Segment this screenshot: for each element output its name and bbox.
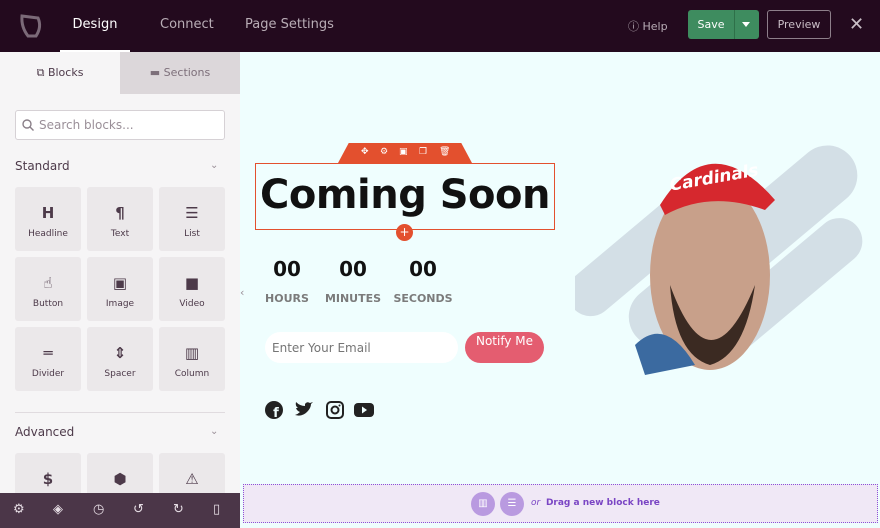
block-tile-text[interactable]: ¶ Text	[87, 187, 153, 251]
chevron-down-icon[interactable]: ⌄	[210, 426, 218, 437]
history-icon[interactable]: ◷	[93, 502, 104, 517]
notify-me-button[interactable]: Notify Me	[465, 332, 544, 363]
save-block-icon[interactable]: ▣	[399, 147, 408, 157]
hero-image: Cardinals	[575, 145, 863, 375]
layers-icon[interactable]: ◈	[53, 502, 63, 517]
block-tile-list[interactable]: ☰ List	[159, 187, 225, 251]
mobile-preview-icon[interactable]: ▯	[213, 502, 220, 517]
help-link[interactable]: ⓘ Help	[628, 18, 668, 34]
block-label: Spacer	[104, 369, 136, 379]
block-tile-spacer[interactable]: ⇕ Spacer	[87, 327, 153, 391]
countdown-seconds: 00	[409, 257, 437, 281]
undo-icon[interactable]: ↺	[133, 502, 144, 517]
tab-page-settings[interactable]: Page Settings	[245, 0, 334, 52]
advanced-section-title[interactable]: Advanced	[15, 425, 74, 439]
blocks-icon: ⧉	[36, 66, 45, 79]
save-dropdown-icon[interactable]	[742, 22, 750, 31]
tab-connect[interactable]: Connect	[160, 0, 214, 52]
block-tile-advanced[interactable]: ⬢	[87, 453, 153, 493]
sections-icon: ▬	[149, 66, 161, 79]
instagram-icon[interactable]	[326, 401, 344, 419]
help-label: Help	[642, 20, 668, 33]
badge-icon: ⬢	[113, 470, 127, 488]
tab-label: Blocks	[47, 66, 84, 79]
minutes-label: MINUTES	[324, 292, 382, 305]
youtube-icon[interactable]	[354, 401, 374, 419]
column-icon: ▥	[184, 344, 200, 362]
divider	[15, 412, 225, 413]
block-label: Divider	[31, 369, 65, 379]
pricing-icon: $	[42, 470, 54, 488]
sidebar: ⧉ Blocks ▬ Sections Search blocks... Sta…	[0, 52, 240, 493]
move-icon[interactable]: ✥	[361, 147, 369, 157]
countdown-minutes: 00	[339, 257, 367, 281]
block-label: List	[184, 229, 200, 239]
close-icon[interactable]: ✕	[849, 14, 864, 35]
columns-icon[interactable]: ▥	[471, 492, 495, 516]
svg-text:f: f	[273, 406, 279, 419]
help-icon: ⓘ	[628, 20, 639, 33]
block-tile-divider[interactable]: ═ Divider	[15, 327, 81, 391]
settings-icon[interactable]: ⚙	[13, 502, 25, 517]
section-icon[interactable]: ☰	[500, 492, 524, 516]
duplicate-icon[interactable]: ❐	[419, 147, 427, 157]
drop-zone[interactable]: ▥ ☰ or Drag a new block here	[243, 484, 878, 523]
block-label: Button	[32, 299, 64, 309]
video-icon: ■	[184, 274, 200, 292]
block-label: Video	[179, 299, 205, 309]
tab-sections[interactable]: ▬ Sections	[120, 52, 240, 94]
standard-section-title[interactable]: Standard	[15, 159, 70, 173]
spacer-icon: ⇕	[113, 344, 127, 362]
block-tile-button[interactable]: ☝ Button	[15, 257, 81, 321]
divider-icon: ═	[43, 344, 53, 362]
drag-text: Drag a new block here	[545, 498, 660, 508]
block-label: Text	[110, 229, 130, 239]
chevron-down-icon[interactable]: ⌄	[210, 160, 218, 171]
preview-button[interactable]: Preview	[767, 10, 831, 39]
button-icon: ☝	[43, 274, 53, 292]
block-tile-video[interactable]: ■ Video	[159, 257, 225, 321]
block-tile-advanced[interactable]: ⚠	[159, 453, 225, 493]
block-label: Headline	[28, 229, 68, 239]
gear-icon[interactable]: ⚙	[380, 147, 388, 157]
redo-icon[interactable]: ↻	[173, 502, 184, 517]
drop-zone-text: or Drag a new block here	[531, 498, 660, 508]
tab-label: Sections	[163, 66, 211, 79]
facebook-icon[interactable]: f	[265, 401, 283, 419]
trash-icon[interactable]: 🗑	[439, 147, 450, 157]
block-tile-advanced[interactable]: $	[15, 453, 81, 493]
save-button[interactable]: Save	[688, 10, 759, 39]
twitter-icon[interactable]	[294, 401, 314, 419]
block-label: Image	[105, 299, 135, 309]
bottom-toolbar: ⚙ ◈ ◷ ↺ ↻ ▯	[0, 493, 240, 528]
tab-design[interactable]: Design	[60, 0, 130, 52]
text-icon: ¶	[115, 204, 125, 222]
block-toolbar: ✥ ⚙ ▣ ❐ 🗑	[338, 143, 472, 163]
seconds-label: SECONDS	[393, 292, 453, 305]
logo-icon[interactable]	[18, 13, 44, 39]
search-placeholder: Search blocks...	[39, 118, 134, 132]
add-block-icon[interactable]: +	[396, 224, 413, 241]
tab-blocks[interactable]: ⧉ Blocks	[0, 52, 120, 94]
block-tile-column[interactable]: ▥ Column	[159, 327, 225, 391]
block-tile-headline[interactable]: H Headline	[15, 187, 81, 251]
alert-icon: ⚠	[185, 470, 199, 488]
top-bar: Design Connect Page Settings ⓘ Help Save…	[0, 0, 880, 52]
headline-icon: H	[41, 204, 55, 222]
email-field[interactable]	[265, 332, 458, 363]
headline-block[interactable]: Coming Soon	[255, 163, 555, 230]
headline: Coming Soon	[259, 172, 551, 218]
image-icon: ▣	[112, 274, 128, 292]
search-icon	[22, 119, 34, 131]
block-label: Column	[174, 369, 210, 379]
block-tile-image[interactable]: ▣ Image	[87, 257, 153, 321]
save-label: Save	[697, 18, 725, 31]
or-text: or	[531, 498, 541, 508]
list-icon: ☰	[185, 204, 199, 222]
collapse-sidebar-icon[interactable]: ‹	[240, 286, 244, 299]
search-input[interactable]: Search blocks...	[15, 110, 225, 140]
countdown-hours: 00	[273, 257, 301, 281]
